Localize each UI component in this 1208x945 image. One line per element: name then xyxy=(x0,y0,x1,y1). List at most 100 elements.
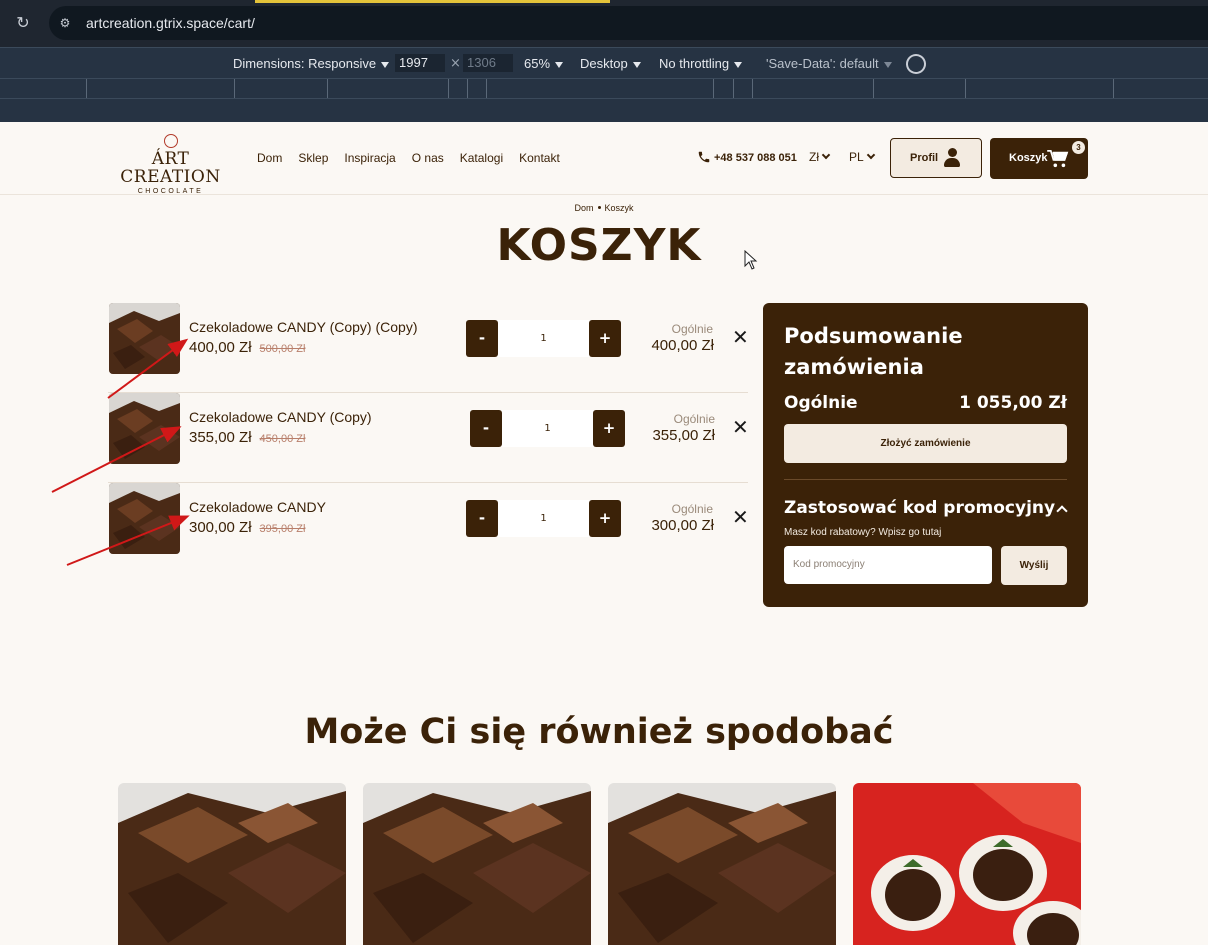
old-price: 500,00 Zł xyxy=(259,343,306,355)
caret-down-icon xyxy=(734,61,743,68)
logo-subtext: CHOCOLATE xyxy=(137,188,204,195)
product-name[interactable]: Czekoladowe CANDY (Copy) xyxy=(189,409,372,425)
cart-icon xyxy=(1047,150,1069,168)
cart-item: Czekoladowe CANDY (Copy) 355,00 Zł 450,00… xyxy=(108,393,749,483)
line-total-label: Ogólnie xyxy=(671,322,713,336)
width-input[interactable]: 1997 xyxy=(395,54,445,72)
breadcrumb-home[interactable]: Dom xyxy=(574,203,593,213)
website: ÁRT CREATION CHOCOLATE Dom Sklep Inspira… xyxy=(0,122,1208,945)
breadcrumb: Dom Koszyk xyxy=(0,203,1208,213)
line-total-value: 300,00 Zł xyxy=(651,517,714,534)
quantity-input[interactable]: 1 xyxy=(502,410,593,447)
decrease-button[interactable]: - xyxy=(466,320,498,357)
summary-title: Podsumowanie zamówienia xyxy=(784,324,963,379)
remove-item-icon[interactable]: ✕ xyxy=(732,417,749,437)
currency-switcher[interactable]: Zł xyxy=(809,150,831,164)
cart-item: Czekoladowe CANDY 300,00 Zł 395,00 Zł - 1… xyxy=(108,483,749,573)
phone-icon xyxy=(698,151,710,163)
language-switcher[interactable]: PL xyxy=(849,150,875,164)
breadcrumb-current: Koszyk xyxy=(604,203,634,213)
user-icon xyxy=(944,148,960,168)
chevron-down-icon xyxy=(866,150,875,160)
save-data-dropdown[interactable]: 'Save-Data': default xyxy=(766,56,892,71)
decrease-button[interactable]: - xyxy=(470,410,502,447)
order-summary: Podsumowanie zamówienia Ogólnie 1 055,00… xyxy=(763,303,1088,607)
mouse-cursor-icon xyxy=(744,250,758,270)
place-order-button[interactable]: Złożyć zamówienie xyxy=(784,424,1067,463)
caret-down-icon xyxy=(883,61,892,68)
breadcrumb-separator xyxy=(597,206,601,209)
promo-code-input[interactable]: Kod promocyjny xyxy=(784,546,992,584)
url-field[interactable]: ⚙ artcreation.gtrix.space/cart/ xyxy=(49,6,1208,40)
increase-button[interactable]: + xyxy=(589,320,621,357)
logo-text: ÁRT CREATION xyxy=(120,149,221,187)
product-card-image[interactable] xyxy=(853,783,1081,945)
summary-total-row: Ogólnie 1 055,00 Zł xyxy=(784,393,1067,413)
media-query-ruler xyxy=(0,78,1208,99)
main-nav: Dom Sklep Inspiracja O nas Katalogi Kont… xyxy=(257,151,560,165)
nav-item-dom[interactable]: Dom xyxy=(257,151,282,165)
rotate-icon[interactable] xyxy=(902,50,930,78)
chevron-up-icon[interactable] xyxy=(1056,505,1068,517)
nav-item-katalogi[interactable]: Katalogi xyxy=(460,151,503,165)
product-name[interactable]: Czekoladowe CANDY (Copy) (Copy) xyxy=(189,319,417,335)
product-card-image[interactable] xyxy=(608,783,836,945)
device-dropdown[interactable]: Desktop xyxy=(580,56,641,71)
page-title: KOSZYK xyxy=(496,220,702,271)
line-total-label: Ogólnie xyxy=(673,412,715,426)
product-thumbnail[interactable] xyxy=(109,483,180,554)
product-price: 355,00 Zł 450,00 Zł xyxy=(189,429,306,446)
profile-label: Profil xyxy=(910,152,939,164)
increase-button[interactable]: + xyxy=(593,410,625,447)
product-card-image[interactable] xyxy=(118,783,346,945)
browser-address-bar: ↻ ⚙ artcreation.gtrix.space/cart/ xyxy=(0,0,1208,47)
quantity-stepper: - 1 + xyxy=(466,500,622,537)
promo-toggle[interactable]: Zastosować kod promocyjny xyxy=(784,498,1055,518)
cart-count-badge: 3 xyxy=(1072,141,1085,154)
summary-total-label: Ogólnie xyxy=(784,393,858,413)
divider xyxy=(784,479,1067,480)
profile-button[interactable]: Profil xyxy=(890,138,982,178)
caret-down-icon xyxy=(632,61,641,68)
devtools-device-toolbar: Dimensions: Responsive 1997 × 1306 65% D… xyxy=(0,47,1208,78)
decrease-button[interactable]: - xyxy=(466,500,498,537)
caret-down-icon xyxy=(381,61,390,68)
site-settings-icon[interactable]: ⚙ xyxy=(57,15,73,31)
product-thumbnail[interactable] xyxy=(109,393,180,464)
url-text: artcreation.gtrix.space/cart/ xyxy=(86,15,255,31)
dimensions-dropdown[interactable]: Dimensions: Responsive xyxy=(233,56,390,71)
nav-item-sklep[interactable]: Sklep xyxy=(298,151,328,165)
nav-item-kontakt[interactable]: Kontakt xyxy=(519,151,560,165)
caret-down-icon xyxy=(555,61,564,68)
product-name[interactable]: Czekoladowe CANDY xyxy=(189,499,326,515)
nav-item-o-nas[interactable]: O nas xyxy=(412,151,444,165)
old-price: 450,00 Zł xyxy=(259,433,306,445)
reload-icon[interactable]: ↻ xyxy=(14,14,32,32)
cart-button[interactable]: Koszyk 3 xyxy=(990,138,1088,179)
product-card-image[interactable] xyxy=(363,783,591,945)
line-total-value: 355,00 Zł xyxy=(652,427,715,444)
quantity-input[interactable]: 1 xyxy=(498,500,589,537)
cart-list: Czekoladowe CANDY (Copy) (Copy) 400,00 Z… xyxy=(108,303,749,573)
logo[interactable]: ÁRT CREATION CHOCOLATE xyxy=(108,134,233,195)
related-products-title: Może Ci się również spodobać xyxy=(304,712,894,752)
remove-item-icon[interactable]: ✕ xyxy=(732,327,749,347)
line-total-value: 400,00 Zł xyxy=(651,337,714,354)
product-thumbnail[interactable] xyxy=(109,303,180,374)
logo-mark-icon xyxy=(163,134,178,148)
height-input[interactable]: 1306 xyxy=(463,54,513,72)
site-header: ÁRT CREATION CHOCOLATE Dom Sklep Inspira… xyxy=(0,122,1208,195)
promo-send-button[interactable]: Wyślij xyxy=(1001,546,1067,585)
throttling-dropdown[interactable]: No throttling xyxy=(659,56,743,71)
cart-label: Koszyk xyxy=(1009,152,1048,164)
nav-item-inspiracja[interactable]: Inspiracja xyxy=(344,151,395,165)
ruler-bar xyxy=(0,98,1208,122)
quantity-input[interactable]: 1 xyxy=(498,320,589,357)
chevron-down-icon xyxy=(821,150,831,160)
cart-item: Czekoladowe CANDY (Copy) (Copy) 400,00 Z… xyxy=(108,303,749,393)
increase-button[interactable]: + xyxy=(589,500,621,537)
zoom-dropdown[interactable]: 65% xyxy=(524,56,564,71)
times-icon: × xyxy=(450,56,461,71)
phone-link[interactable]: +48 537 088 051 xyxy=(697,150,797,164)
remove-item-icon[interactable]: ✕ xyxy=(732,507,749,527)
